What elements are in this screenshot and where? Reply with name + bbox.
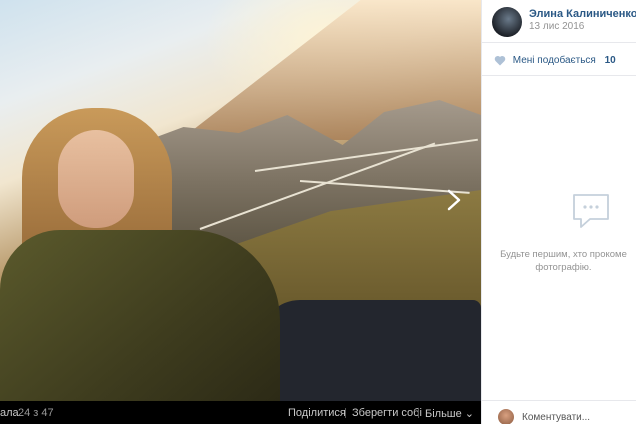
current-user-avatar (498, 409, 514, 424)
photo-viewer: ала 24 з 47 Поділитися Зберегти собі Біл… (0, 0, 481, 424)
photo-legs (260, 300, 481, 401)
comment-input[interactable] (522, 411, 632, 424)
separator (418, 408, 419, 418)
info-panel: Элина Калиниченко 13 лис 2016 Мені подоб… (481, 0, 636, 424)
photo-face (58, 130, 134, 228)
photo-counter: 24 з 47 (18, 407, 54, 419)
separator (345, 408, 346, 418)
author-name[interactable]: Элина Калиниченко (529, 8, 636, 20)
photo-jacket (0, 230, 280, 401)
divider (482, 75, 636, 76)
likes-count[interactable]: 10 (605, 55, 616, 66)
divider (482, 400, 636, 401)
empty-comments-text: Будьте першим, хто прокоме фотографію. (500, 249, 627, 273)
more-button[interactable]: Більше ⌄ (425, 407, 474, 420)
divider (482, 42, 636, 43)
chevron-right-icon[interactable] (444, 186, 464, 214)
post-date[interactable]: 13 лис 2016 (529, 21, 584, 32)
album-name[interactable]: ала (0, 407, 19, 419)
share-button[interactable]: Поділитися (288, 407, 346, 419)
photo-bottom-bar: ала 24 з 47 Поділитися Зберегти собі Біл… (0, 401, 481, 424)
heart-icon (494, 55, 506, 66)
photo[interactable] (0, 0, 481, 401)
save-to-self-button[interactable]: Зберегти собі (352, 407, 422, 419)
author-avatar[interactable] (492, 7, 522, 37)
comment-bubble-icon (573, 194, 609, 228)
likes-label: Мені подобається (512, 55, 596, 66)
like-button[interactable]: Мені подобається 10 (494, 55, 616, 66)
